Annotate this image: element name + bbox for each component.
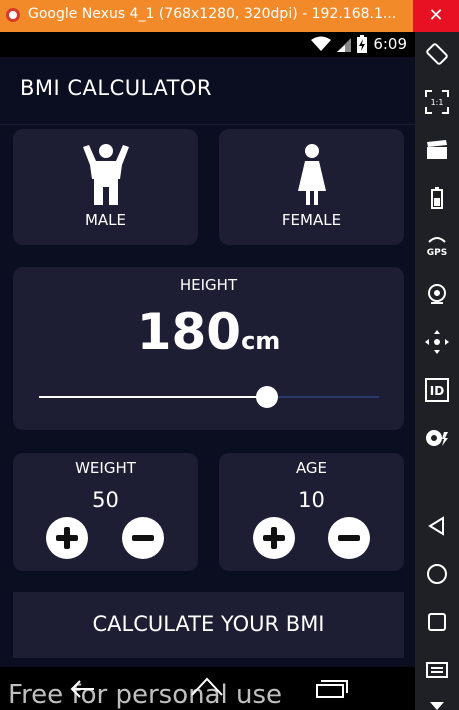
- scale-button[interactable]: 1:1: [415, 82, 459, 122]
- height-label: HEIGHT: [179, 276, 238, 294]
- battery-button[interactable]: [415, 178, 459, 218]
- plus-icon-vertical: [271, 527, 277, 549]
- calculate-bmi-label: CALCULATE YOUR BMI: [92, 612, 325, 636]
- window-titlebar: Google Nexus 4_1 (768x1280, 320dpi) - 19…: [0, 0, 459, 32]
- emulator-screen: 6:09 BMI CALCULATOR MALE FEMALE HEIGHT 1…: [0, 32, 415, 710]
- battery-icon: [431, 187, 443, 209]
- rotate-icon: [426, 43, 448, 65]
- height-slider[interactable]: [39, 386, 379, 408]
- emulator-side-panel: 1:1 GPS ID: [415, 32, 459, 710]
- plus-icon-vertical: [64, 527, 70, 549]
- weight-value: 50: [92, 488, 119, 512]
- gps-button[interactable]: GPS: [415, 226, 459, 266]
- back-icon: [428, 516, 444, 536]
- status-time: 6:09: [373, 35, 407, 53]
- minus-icon: [338, 535, 360, 541]
- height-unit: cm: [241, 327, 281, 355]
- watermark-text: Free for personal use: [8, 680, 283, 710]
- id-icon: ID: [425, 378, 449, 402]
- male-icon: [82, 144, 129, 205]
- calculate-bmi-button[interactable]: CALCULATE YOUR BMI: [13, 592, 404, 658]
- gps-text: GPS: [427, 248, 447, 258]
- age-label: AGE: [295, 459, 328, 477]
- signal-icon: [337, 38, 352, 52]
- weight-label: WEIGHT: [75, 459, 136, 477]
- female-card[interactable]: FEMALE: [219, 129, 404, 245]
- battery-icon: [357, 35, 368, 53]
- minus-icon: [132, 535, 154, 541]
- screenrecord-button[interactable]: [415, 130, 459, 170]
- camera-icon: [428, 284, 446, 304]
- volume-down-button[interactable]: [415, 686, 459, 710]
- male-card[interactable]: MALE: [13, 129, 198, 245]
- volume-down-icon: [430, 702, 444, 710]
- home-icon: [427, 564, 447, 584]
- status-bar: 6:09: [0, 32, 415, 57]
- rotate-button[interactable]: [415, 34, 459, 74]
- media-icon: [426, 430, 448, 446]
- id-button[interactable]: ID: [415, 370, 459, 410]
- app-window-icon: [6, 8, 20, 22]
- female-label: FEMALE: [281, 211, 342, 229]
- weight-decrement-button[interactable]: [122, 517, 164, 559]
- female-icon: [297, 144, 326, 205]
- gps-icon: GPS: [427, 237, 447, 258]
- age-increment-button[interactable]: [253, 517, 295, 559]
- window-close-button[interactable]: ✕: [413, 0, 459, 32]
- scale-icon: 1:1: [425, 90, 449, 114]
- media-button[interactable]: [415, 418, 459, 458]
- age-decrement-button[interactable]: [328, 517, 370, 559]
- height-slider-fill: [39, 396, 267, 398]
- home-button[interactable]: [415, 554, 459, 594]
- recents-icon: [428, 613, 446, 631]
- weight-card: WEIGHT 50: [13, 453, 198, 571]
- camera-button[interactable]: [415, 274, 459, 314]
- weight-increment-button[interactable]: [46, 517, 88, 559]
- clapper-icon: [427, 140, 447, 159]
- page-title: BMI CALCULATOR: [20, 76, 213, 100]
- dpad-button[interactable]: [415, 322, 459, 362]
- height-value: 180cm: [13, 303, 404, 361]
- back-button[interactable]: [415, 506, 459, 546]
- age-card: AGE 10: [219, 453, 404, 571]
- recents-button[interactable]: [415, 602, 459, 642]
- menu-icon: [426, 662, 448, 678]
- recents-nav-icon[interactable]: [315, 679, 349, 699]
- height-card: HEIGHT 180cm: [13, 267, 404, 430]
- scale-text: 1:1: [431, 98, 444, 107]
- male-label: MALE: [84, 211, 127, 229]
- dpad-icon: [425, 330, 449, 354]
- menu-button[interactable]: [415, 650, 459, 690]
- age-value: 10: [298, 488, 325, 512]
- window-title: Google Nexus 4_1 (768x1280, 320dpi) - 19…: [28, 6, 397, 22]
- wifi-icon: [311, 36, 332, 51]
- id-text: ID: [430, 384, 444, 398]
- height-number: 180: [136, 303, 242, 361]
- app-bar: BMI CALCULATOR: [0, 57, 415, 125]
- height-slider-thumb[interactable]: [255, 386, 278, 408]
